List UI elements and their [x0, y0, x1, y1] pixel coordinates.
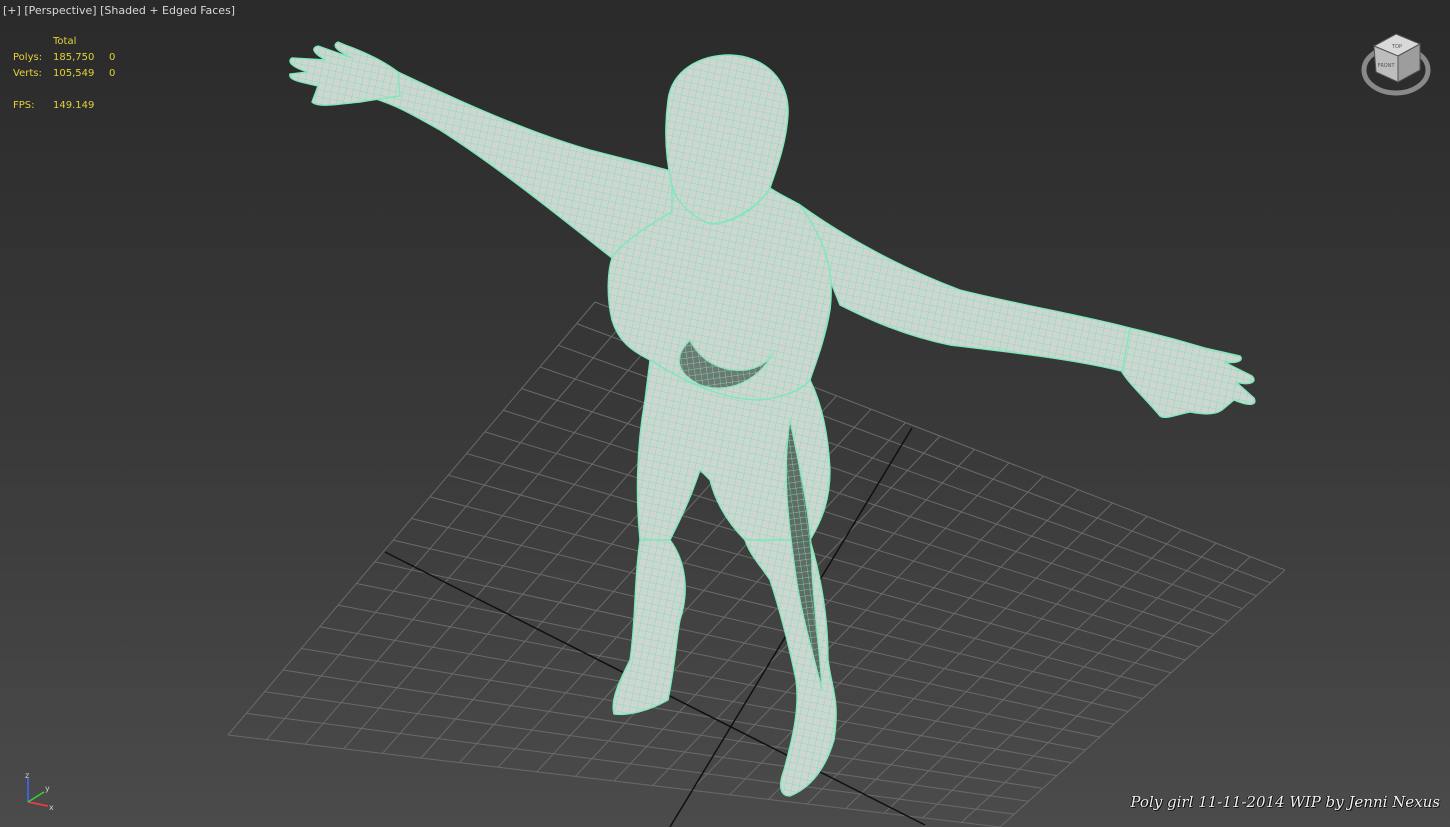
- viewport-shading-mode[interactable]: [Shaded + Edged Faces]: [100, 4, 235, 17]
- verts-value: 105,549: [53, 68, 95, 79]
- grid-line: [999, 569, 1286, 827]
- polys-selected: 0: [109, 52, 116, 63]
- mesh-left-arm: [370, 71, 676, 260]
- fps-label: FPS:: [13, 100, 35, 111]
- mesh-left-hand: [289, 41, 401, 106]
- author-watermark: Poly girl 11-11-2014 WIP by Jenni Nexus: [1130, 793, 1440, 811]
- fps-value: 149.149: [53, 100, 95, 111]
- axis-tripod: z y x: [18, 771, 58, 812]
- mesh-right-hand: [1121, 327, 1256, 419]
- axis-x-label: x: [49, 803, 54, 812]
- grid-line: [246, 712, 1015, 815]
- character-mesh[interactable]: [289, 41, 1256, 797]
- viewcube-top-label: TOP: [1391, 44, 1402, 50]
- viewport-menu[interactable]: [+]: [3, 4, 21, 17]
- viewcube-front-label: FRONT: [1377, 63, 1395, 69]
- verts-selected: 0: [109, 68, 116, 79]
- scene-view[interactable]: [0, 0, 1450, 827]
- grid-line: [922, 542, 1217, 819]
- polys-value: 185,750: [53, 52, 95, 63]
- axis-z-label: z: [25, 772, 29, 780]
- verts-label: Verts:: [13, 68, 42, 79]
- viewport-perspective[interactable]: [+] [Perspective] [Shaded + Edged Faces]…: [0, 0, 1450, 827]
- axis-y-label: y: [45, 784, 50, 793]
- stats-header: Total: [53, 36, 77, 47]
- viewcube[interactable]: TOP FRONT: [1360, 30, 1432, 100]
- grid-line: [961, 556, 1251, 823]
- mesh-left-leg: [612, 539, 686, 716]
- mesh-right-arm: [798, 203, 1131, 373]
- viewport-view-mode[interactable]: [Perspective]: [24, 4, 96, 17]
- viewport-label: [+] [Perspective] [Shaded + Edged Faces]: [3, 4, 235, 17]
- polys-label: Polys:: [13, 52, 43, 63]
- mesh-right-leg: [744, 539, 837, 797]
